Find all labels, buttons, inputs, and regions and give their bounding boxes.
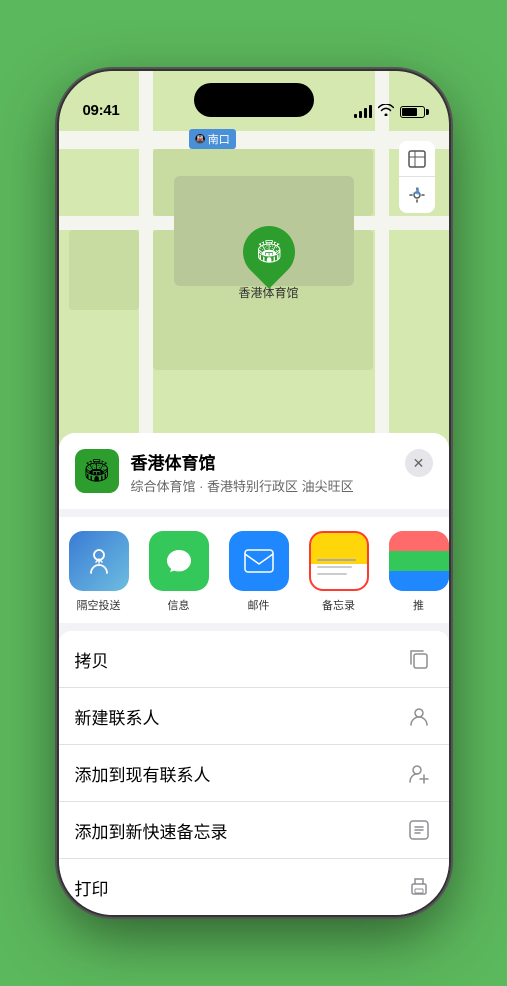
location-button[interactable]	[399, 177, 435, 213]
print-icon	[405, 873, 433, 901]
place-icon: 🏟	[75, 449, 119, 493]
location-pin: 🏟 香港体育馆	[239, 226, 299, 301]
action-add-notes-label: 添加到新快速备忘录	[75, 818, 228, 843]
share-notes[interactable]: 备忘录	[299, 531, 379, 613]
signal-bar-2	[359, 111, 362, 118]
map-block3	[69, 230, 139, 310]
action-print-label: 打印	[75, 875, 109, 900]
map-road-h1	[59, 131, 449, 149]
map-controls	[399, 141, 435, 213]
close-button[interactable]: ✕	[405, 449, 433, 477]
place-header: 🏟 香港体育馆 综合体育馆 · 香港特别行政区 油尖旺区 ✕	[59, 433, 449, 509]
bottom-sheet: 🏟 香港体育馆 综合体育馆 · 香港特别行政区 油尖旺区 ✕	[59, 433, 449, 915]
notes-label: 备忘录	[322, 597, 355, 613]
new-contact-icon	[405, 702, 433, 730]
pin-inner-icon: 🏟	[255, 239, 283, 265]
add-existing-icon	[405, 759, 433, 787]
action-list: 拷贝 新建联系人	[59, 631, 449, 915]
share-airdrop[interactable]: 隔空投送	[59, 531, 139, 613]
map-area[interactable]: 🚇 南口 🏟 香港体育馆	[59, 71, 449, 491]
status-icons	[354, 104, 425, 119]
wifi-icon	[378, 104, 394, 119]
signal-bars-icon	[354, 105, 372, 118]
map-road-v2	[375, 71, 389, 491]
share-mail[interactable]: 邮件	[219, 531, 299, 613]
status-time: 09:41	[83, 102, 120, 119]
signal-bar-3	[364, 108, 367, 118]
airdrop-label: 隔空投送	[77, 597, 121, 613]
more-label: 推	[413, 597, 424, 613]
action-add-existing[interactable]: 添加到现有联系人	[59, 745, 449, 802]
share-message[interactable]: 信息	[139, 531, 219, 613]
share-row: 隔空投送 信息	[59, 517, 449, 623]
mail-label: 邮件	[248, 597, 270, 613]
action-new-contact[interactable]: 新建联系人	[59, 688, 449, 745]
action-add-notes[interactable]: 添加到新快速备忘录	[59, 802, 449, 859]
action-copy-label: 拷贝	[75, 647, 109, 672]
notes-icon	[309, 531, 369, 591]
action-new-contact-label: 新建联系人	[75, 704, 160, 729]
map-type-button[interactable]	[399, 141, 435, 177]
phone-screen: 09:41	[59, 71, 449, 915]
action-copy[interactable]: 拷贝	[59, 631, 449, 688]
mail-icon	[229, 531, 289, 591]
place-description: 综合体育馆 · 香港特别行政区 油尖旺区	[131, 476, 393, 495]
share-more[interactable]: 推	[379, 531, 449, 613]
phone-frame: 09:41	[59, 71, 449, 915]
more-icon	[389, 531, 449, 591]
message-icon	[149, 531, 209, 591]
pin-circle: 🏟	[232, 215, 306, 289]
dynamic-island	[194, 83, 314, 117]
map-label: 🚇 南口	[189, 129, 236, 149]
notes-lines	[311, 541, 367, 581]
place-name: 香港体育馆	[131, 449, 393, 474]
battery-icon	[400, 106, 425, 118]
add-notes-icon	[405, 816, 433, 844]
place-info: 香港体育馆 综合体育馆 · 香港特别行政区 油尖旺区	[131, 449, 393, 495]
signal-bar-1	[354, 114, 357, 118]
airdrop-icon	[69, 531, 129, 591]
action-print[interactable]: 打印	[59, 859, 449, 915]
signal-bar-4	[369, 105, 372, 118]
action-add-existing-label: 添加到现有联系人	[75, 761, 211, 786]
copy-icon	[405, 645, 433, 673]
message-label: 信息	[168, 597, 190, 613]
map-road-v1	[139, 71, 153, 491]
